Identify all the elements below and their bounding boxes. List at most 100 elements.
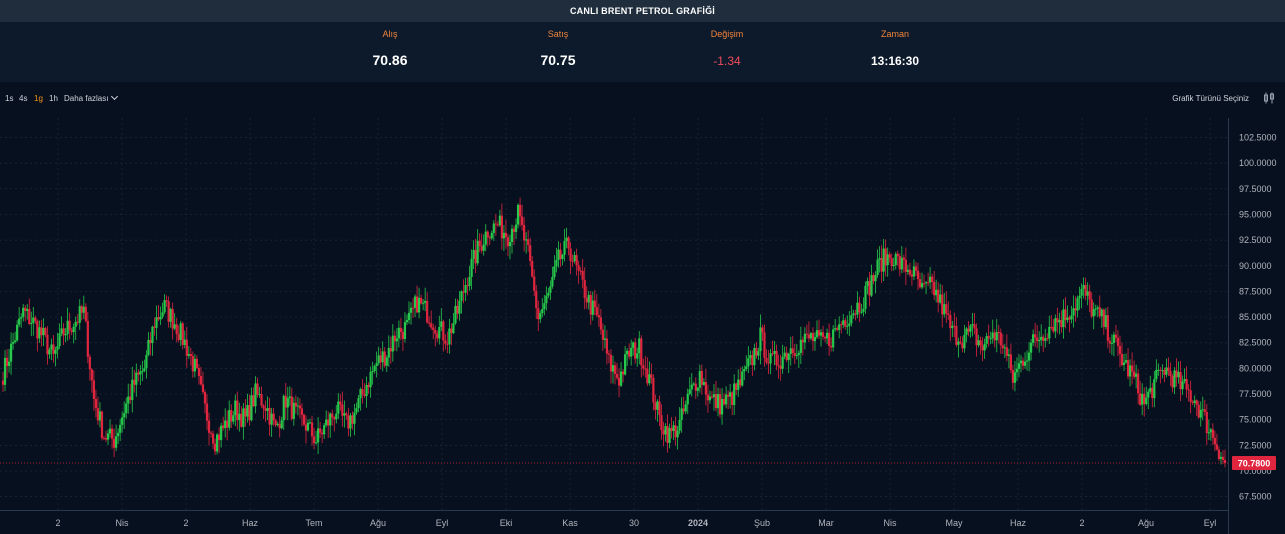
candle-body bbox=[933, 281, 936, 296]
candle-body bbox=[1044, 338, 1047, 341]
candle-body bbox=[611, 365, 615, 372]
candle-body bbox=[900, 257, 903, 270]
candle-body bbox=[698, 370, 701, 388]
candle-body bbox=[339, 401, 342, 405]
candle-body bbox=[1217, 449, 1221, 459]
candle-body bbox=[480, 246, 483, 251]
y-tick-label: 82.5000 bbox=[1239, 338, 1272, 348]
candle-body bbox=[1199, 409, 1202, 418]
candle-body bbox=[1, 380, 5, 385]
more-timeframes-dropdown[interactable]: Daha fazlası bbox=[64, 92, 119, 103]
timeframe-4s[interactable]: 4s bbox=[19, 94, 27, 103]
candle-body bbox=[836, 328, 839, 330]
candle-body bbox=[68, 320, 71, 331]
candle-body bbox=[912, 266, 916, 277]
candle-body bbox=[474, 249, 477, 264]
candle-body bbox=[1183, 379, 1186, 382]
candle-body bbox=[351, 415, 354, 424]
candle-body bbox=[991, 332, 994, 339]
candle-body bbox=[587, 294, 590, 303]
candle-body bbox=[32, 317, 35, 323]
candle-body bbox=[244, 408, 247, 417]
candle-body bbox=[52, 344, 55, 354]
candle-body bbox=[389, 347, 392, 352]
candle-body bbox=[121, 417, 124, 425]
candle-body bbox=[997, 331, 1000, 333]
candle-body bbox=[1003, 347, 1006, 349]
candle-body bbox=[856, 302, 859, 315]
candle-body bbox=[78, 306, 81, 323]
x-tick-label: 2024 bbox=[688, 518, 708, 528]
candle-body bbox=[630, 347, 633, 357]
candle-body bbox=[58, 333, 61, 347]
candle-body bbox=[1171, 375, 1174, 388]
candle-body bbox=[662, 430, 665, 435]
candle-body bbox=[135, 372, 138, 385]
candle-body bbox=[945, 304, 948, 314]
x-tick-label: Haz bbox=[242, 518, 259, 528]
chart-background bbox=[0, 118, 1285, 534]
candle-body bbox=[838, 324, 841, 330]
timeframe-1g[interactable]: 1g bbox=[34, 94, 43, 103]
candle-body bbox=[579, 270, 582, 272]
candle-body bbox=[678, 419, 681, 431]
candle-body bbox=[432, 327, 435, 331]
candle-body bbox=[331, 413, 334, 418]
candle-body bbox=[817, 330, 821, 336]
candle-body bbox=[670, 428, 673, 431]
y-tick-label: 95.0000 bbox=[1239, 209, 1272, 219]
candle-body bbox=[476, 240, 479, 264]
candle-body bbox=[807, 334, 811, 339]
candle-body bbox=[397, 327, 400, 339]
chart-type-selector[interactable]: Grafik Türünü Seçiniz bbox=[1172, 94, 1249, 103]
candle-body bbox=[442, 321, 445, 341]
timeframe-1s[interactable]: 1s bbox=[5, 94, 13, 103]
candle-body bbox=[246, 405, 249, 417]
candle-body bbox=[514, 224, 518, 232]
price-chart[interactable]: 102.5000 100.0000 97.5000 95.0000 92.5000 90.… bbox=[0, 118, 1285, 534]
candle-body bbox=[811, 333, 815, 342]
candle-body bbox=[222, 425, 225, 429]
candle-body bbox=[1108, 340, 1111, 344]
candle-body bbox=[187, 353, 190, 356]
candle-body bbox=[775, 350, 778, 366]
candle-body bbox=[939, 294, 942, 303]
candle-body bbox=[486, 231, 489, 238]
candle-body bbox=[613, 365, 617, 374]
candle-body bbox=[876, 259, 879, 276]
candle-body bbox=[484, 231, 487, 245]
candle-body bbox=[1013, 372, 1017, 383]
candle-body bbox=[757, 351, 760, 356]
candle-body bbox=[599, 317, 602, 330]
candle-body bbox=[880, 258, 883, 272]
candle-body bbox=[405, 320, 409, 323]
timeframe-1h[interactable]: 1h bbox=[49, 94, 58, 103]
x-tick-label: Eyl bbox=[1204, 518, 1217, 528]
candle-body bbox=[894, 253, 897, 265]
candle-body bbox=[1007, 354, 1010, 356]
candle-body bbox=[1205, 412, 1208, 434]
candle-body bbox=[92, 380, 95, 399]
candle-body bbox=[626, 350, 629, 355]
candle-body bbox=[708, 396, 712, 401]
more-label: Daha fazlası bbox=[64, 94, 109, 103]
candle-body bbox=[357, 398, 360, 409]
candle-body bbox=[676, 430, 679, 438]
candle-body bbox=[175, 324, 178, 335]
candles-icon[interactable] bbox=[1263, 92, 1275, 104]
candle-body bbox=[668, 428, 671, 443]
y-tick-label: 75.0000 bbox=[1239, 415, 1272, 425]
candle-body bbox=[783, 352, 786, 357]
candle-body bbox=[56, 346, 59, 350]
x-tick-label: 30 bbox=[629, 518, 639, 528]
candle-body bbox=[710, 396, 714, 398]
candle-body bbox=[985, 336, 988, 344]
candle-body bbox=[323, 425, 326, 435]
candle-body bbox=[1080, 288, 1083, 296]
candle-body bbox=[624, 354, 627, 375]
candle-body bbox=[537, 308, 540, 320]
candle-body bbox=[926, 282, 930, 284]
candle-body bbox=[1169, 370, 1172, 376]
candle-body bbox=[1118, 345, 1122, 354]
candle-body bbox=[830, 346, 833, 348]
